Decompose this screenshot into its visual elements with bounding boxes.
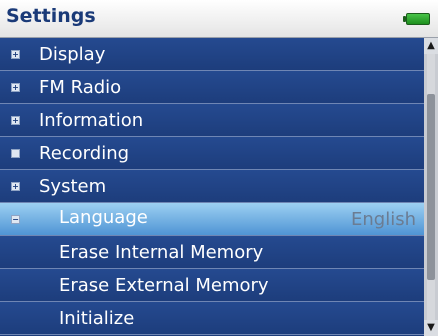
item-bullet-icon xyxy=(11,149,20,158)
battery-icon xyxy=(403,13,430,25)
expand-icon: + xyxy=(11,182,20,191)
menu-item-label: Recording xyxy=(39,143,130,164)
menu-item-information[interactable]: + Information xyxy=(0,104,424,137)
scrollbar[interactable]: ▲ ▼ xyxy=(424,38,438,336)
expand-icon: + xyxy=(11,116,20,125)
menu-item-initialize[interactable]: Initialize xyxy=(0,302,424,335)
menu-item-label: Erase Internal Memory xyxy=(59,242,264,263)
menu-item-erase-internal-memory[interactable]: Erase Internal Memory xyxy=(0,236,424,269)
current-value: English xyxy=(351,209,416,230)
header-bar: Settings xyxy=(0,0,438,38)
menu-item-fm-radio[interactable]: + FM Radio xyxy=(0,71,424,104)
scroll-track[interactable] xyxy=(427,54,435,320)
scroll-up-arrow-icon[interactable]: ▲ xyxy=(424,38,438,54)
menu-item-recording[interactable]: Recording xyxy=(0,137,424,170)
menu-item-label: System xyxy=(39,176,107,197)
settings-list: + Display + FM Radio + Information Recor… xyxy=(0,38,424,336)
menu-item-label: Initialize xyxy=(59,308,135,329)
menu-item-label: FM Radio xyxy=(39,77,122,98)
menu-item-language[interactable]: − Language English xyxy=(0,203,424,236)
menu-item-label: Information xyxy=(39,110,144,131)
page-title: Settings xyxy=(6,5,96,27)
menu-item-erase-external-memory[interactable]: Erase External Memory xyxy=(0,269,424,302)
collapse-icon: − xyxy=(11,215,20,224)
menu-item-label: Display xyxy=(39,44,106,65)
scroll-down-arrow-icon[interactable]: ▼ xyxy=(424,320,438,336)
expand-icon: + xyxy=(11,83,20,92)
menu-item-system[interactable]: + System xyxy=(0,170,424,203)
menu-item-display[interactable]: + Display xyxy=(0,38,424,71)
menu-item-label: Language xyxy=(59,207,148,228)
scroll-thumb[interactable] xyxy=(427,94,435,280)
menu-item-label: Erase External Memory xyxy=(59,275,269,296)
expand-icon: + xyxy=(11,50,20,59)
